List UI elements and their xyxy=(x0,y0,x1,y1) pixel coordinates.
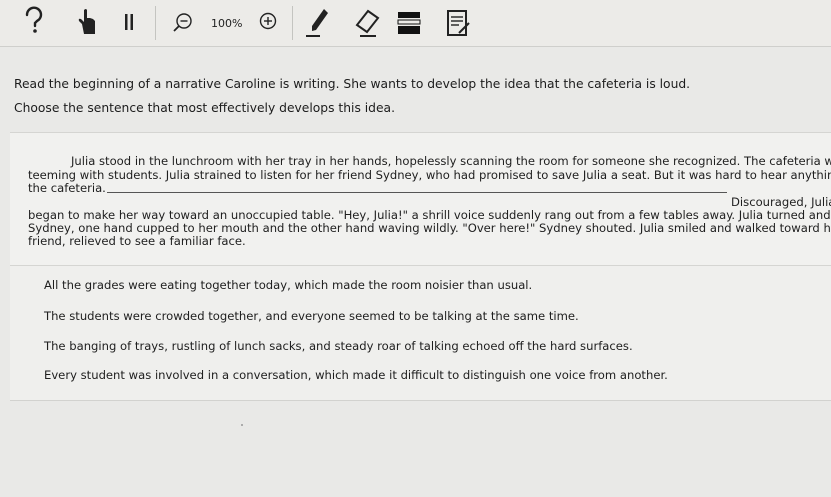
answer-choice-4[interactable]: Every student was involved in a conversa… xyxy=(44,368,668,382)
pointer-hand-icon[interactable] xyxy=(74,6,100,36)
answer-choice-2[interactable]: The students were crowded together, and … xyxy=(44,309,579,323)
passage-line: Julia stood in the lunchroom with her tr… xyxy=(71,154,831,168)
highlighter-icon[interactable] xyxy=(302,6,332,40)
answer-choice-1[interactable]: All the grades were eating together toda… xyxy=(44,278,532,292)
question-prompt: Read the beginning of a narrative Caroli… xyxy=(14,77,691,91)
passage-line: the cafeteria. xyxy=(28,181,106,195)
line-reader-icon[interactable] xyxy=(396,6,422,40)
passage-line: teeming with students. Julia strained to… xyxy=(28,168,831,182)
passage-line: Discouraged, Julia xyxy=(731,195,831,209)
zoom-out-icon[interactable] xyxy=(170,6,194,36)
passage-line: Sydney, one hand cupped to her mouth and… xyxy=(28,221,831,235)
toolbar: 100% xyxy=(0,0,831,47)
pause-icon[interactable] xyxy=(122,6,136,36)
help-icon[interactable] xyxy=(22,6,46,36)
eraser-icon[interactable] xyxy=(352,6,382,40)
answer-blank xyxy=(107,192,727,193)
passage-line: friend, relieved to see a familiar face. xyxy=(28,234,246,248)
passage-line: began to make her way toward an unoccupi… xyxy=(28,208,831,222)
notepad-icon[interactable] xyxy=(443,6,473,40)
zoom-level: 100% xyxy=(211,17,243,30)
answer-choice-3[interactable]: The banging of trays, rustling of lunch … xyxy=(44,339,633,353)
question-instruction: Choose the sentence that most effectivel… xyxy=(14,101,395,115)
zoom-in-icon[interactable] xyxy=(256,6,280,36)
stray-dot xyxy=(241,424,243,426)
